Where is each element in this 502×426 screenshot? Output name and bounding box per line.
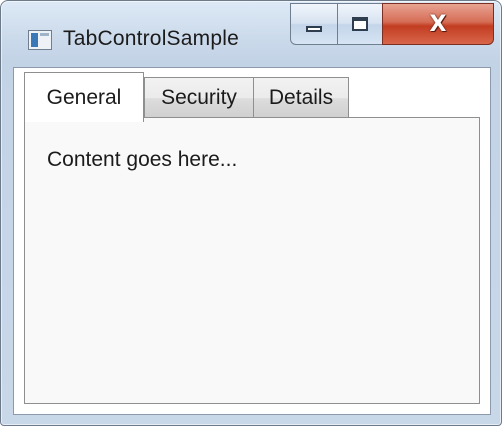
tab-strip: General Security Details — [14, 68, 490, 122]
minimize-button[interactable] — [290, 3, 338, 45]
tab-details[interactable]: Details — [253, 77, 349, 118]
tab-content-panel: Content goes here... — [24, 117, 480, 404]
tab-security[interactable]: Security — [144, 77, 254, 118]
caption-buttons: X — [290, 3, 494, 47]
app-window: TabControlSample X General Security Deta… — [0, 0, 502, 426]
tab-general[interactable]: General — [24, 72, 144, 122]
content-text: Content goes here... — [47, 148, 238, 171]
close-button[interactable]: X — [382, 3, 494, 45]
app-window-icon[interactable] — [28, 30, 52, 50]
title-bar[interactable]: TabControlSample X — [1, 1, 501, 67]
window-client-area: General Security Details Content goes he… — [13, 67, 491, 415]
window-title: TabControlSample — [63, 27, 239, 50]
maximize-button[interactable] — [337, 3, 383, 45]
close-icon: X — [429, 11, 447, 37]
minimize-icon — [306, 26, 322, 32]
maximize-icon — [352, 17, 368, 31]
